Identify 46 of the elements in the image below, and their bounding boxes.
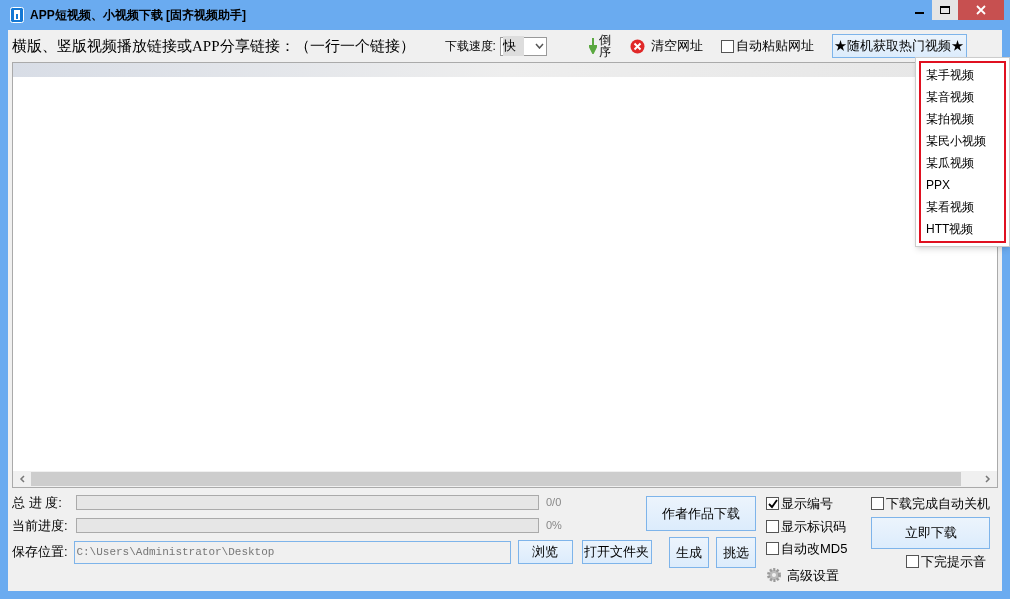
checkbox[interactable]: 显示标识码 [766, 516, 848, 536]
progress-reading: 0/0 [546, 495, 562, 511]
horizontal-scrollbar[interactable] [13, 471, 997, 487]
save-label: 保存位置: [12, 543, 69, 562]
links-prompt: 横版、竖版视频播放链接或APP分享链接：（一行一个链接） [12, 36, 415, 56]
menu-item[interactable]: 某看视频 [921, 196, 1004, 218]
checkbox[interactable]: 显示编号 [766, 494, 848, 514]
checkbox[interactable]: 下载完成自动关机 [871, 494, 990, 514]
progress-label: 当前进度: [12, 516, 69, 535]
progress-reading: 0% [546, 518, 562, 534]
speed-select[interactable]: 快 [499, 36, 547, 56]
menu-item[interactable]: HTT视频 [921, 218, 1004, 240]
checkbox[interactable]: 自动粘贴网址 [720, 36, 814, 56]
progress-label: 总 进 度: [12, 493, 63, 512]
app-icon [10, 7, 24, 23]
chevron-left-icon [19, 475, 25, 483]
window-title: APP短视频、小视频下载 [固齐视频助手] [30, 7, 246, 24]
checkbox[interactable]: 自动改MD5 [766, 539, 848, 559]
download-now-button[interactable]: 立即下载 [871, 516, 990, 549]
speed-label: 下载速度: [444, 38, 496, 55]
close-circle-icon [629, 38, 645, 54]
checkmark-icon [767, 498, 778, 509]
reverse-button[interactable]: 倒序 [588, 34, 612, 58]
menu-item[interactable]: 某音视频 [921, 86, 1004, 108]
advanced-settings-button[interactable]: 高级设置 [766, 565, 848, 585]
menu-item[interactable]: PPX [921, 174, 1004, 196]
author-works-button[interactable]: 作者作品下载 [646, 496, 756, 531]
menu-item[interactable]: 某拍视频 [921, 108, 1004, 130]
pick-button[interactable]: 挑选 [716, 537, 756, 568]
generate-button[interactable]: 生成 [669, 537, 709, 568]
close-icon [976, 5, 986, 15]
clear-button[interactable]: 清空网址 [629, 36, 703, 56]
maximize-button[interactable] [932, 0, 958, 20]
menu-item[interactable]: 某手视频 [921, 64, 1004, 86]
hot-videos-button[interactable]: ★随机获取热门视频★ [831, 34, 967, 58]
save-path-field[interactable]: C:\Users\Administrator\Desktop [74, 540, 512, 564]
checkbox[interactable]: 下完提示音 [906, 551, 986, 571]
chevron-down-icon [534, 43, 544, 49]
menu-item[interactable]: 某民小视频 [921, 130, 1004, 152]
browse-button[interactable]: 浏览 [518, 540, 573, 564]
close-button[interactable] [958, 0, 1004, 20]
open-folder-button[interactable]: 打开文件夹 [581, 540, 652, 564]
menu-item[interactable]: 某瓜视频 [921, 152, 1004, 174]
chevron-right-icon [985, 475, 991, 483]
arrow-down-icon [588, 38, 597, 54]
gear-icon [766, 567, 782, 584]
